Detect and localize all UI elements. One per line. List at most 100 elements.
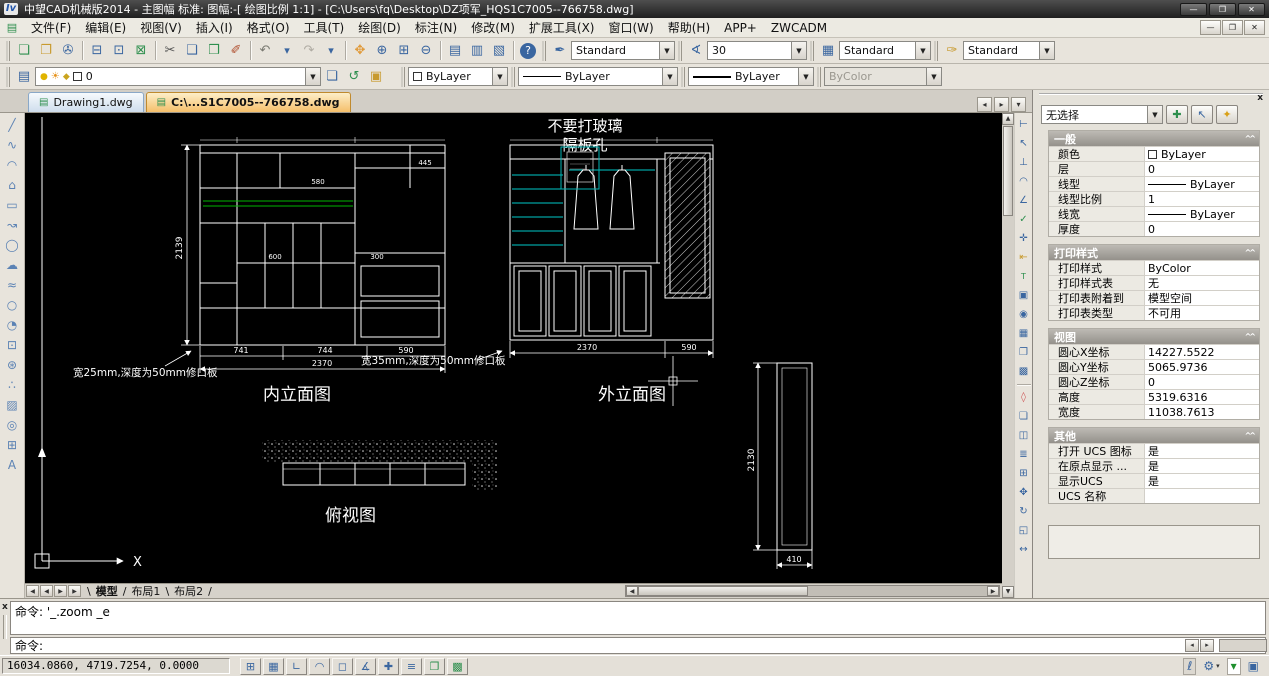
tab-current-drawing[interactable]: ▤ C:\...S1C7005--766758.dwg bbox=[146, 92, 351, 112]
chevron-down-icon[interactable]: ▼ bbox=[1147, 106, 1162, 123]
horizontal-scrollbar[interactable]: ◀ ▶ bbox=[625, 585, 1000, 597]
command-resize-grip[interactable] bbox=[1219, 639, 1267, 652]
ortho-toggle[interactable]: ∟ bbox=[286, 658, 307, 675]
model-tab[interactable]: 模型 bbox=[96, 583, 118, 599]
circle-tool-icon[interactable]: ◯ bbox=[2, 235, 23, 255]
block-editor-tool-icon[interactable]: ▣ bbox=[1015, 286, 1032, 305]
menu-view[interactable]: 视图(V) bbox=[133, 17, 189, 38]
redo-dropdown-icon[interactable]: ▾ bbox=[320, 40, 342, 61]
prop-value[interactable]: ByLayer bbox=[1145, 147, 1259, 161]
menu-tools[interactable]: 工具(T) bbox=[297, 17, 352, 38]
erase-tool-icon[interactable]: ◊ bbox=[1015, 388, 1032, 407]
table-tool-icon[interactable]: ⊞ bbox=[2, 435, 23, 455]
collapse-icon[interactable]: ^^ bbox=[1245, 134, 1254, 143]
dim-style-icon[interactable]: ∢ bbox=[685, 40, 707, 61]
chevron-down-icon[interactable]: ▼ bbox=[915, 42, 930, 59]
menu-window[interactable]: 窗口(W) bbox=[602, 17, 661, 38]
insert-block-tool-icon[interactable]: ⊡ bbox=[2, 335, 23, 355]
tool-palettes-icon[interactable]: ▥ bbox=[466, 40, 488, 61]
prop-value[interactable]: ByColor bbox=[1145, 261, 1259, 275]
angular-dim-tool-icon[interactable]: ∠ bbox=[1015, 191, 1032, 210]
prop-value[interactable]: 模型空间 bbox=[1145, 291, 1259, 305]
scroll-down-icon[interactable]: ▼ bbox=[1002, 586, 1014, 598]
menu-draw[interactable]: 绘图(D) bbox=[351, 17, 408, 38]
dim-edit-tool-icon[interactable]: ⇤ bbox=[1015, 248, 1032, 267]
ellipse-arc-tool-icon[interactable]: ◔ bbox=[2, 315, 23, 335]
menu-file[interactable]: 文件(F) bbox=[24, 17, 78, 38]
menu-format[interactable]: 格式(O) bbox=[240, 17, 297, 38]
fullscreen-icon[interactable]: ▣ bbox=[1244, 658, 1263, 675]
copy-icon[interactable]: ❑ bbox=[181, 40, 203, 61]
make-block-tool-icon[interactable]: ⊛ bbox=[2, 355, 23, 375]
text-style-icon[interactable]: ✒ bbox=[549, 40, 571, 61]
arc-dim-tool-icon[interactable]: ◠ bbox=[1015, 172, 1032, 191]
scroll-right-icon[interactable]: ▶ bbox=[987, 586, 999, 596]
collapse-icon[interactable]: ^^ bbox=[1245, 248, 1254, 257]
prop-value[interactable]: ByLayer bbox=[1145, 177, 1259, 191]
add-selection-button[interactable]: ✚ bbox=[1166, 105, 1188, 124]
dim-check-tool-icon[interactable]: ✓ bbox=[1015, 210, 1032, 229]
ellipse-tool-icon[interactable]: ○ bbox=[2, 295, 23, 315]
prop-value[interactable]: 0 bbox=[1145, 375, 1259, 389]
dyn-toggle[interactable]: ✚ bbox=[378, 658, 399, 675]
layer-combo[interactable]: ● ☀ ◆ 0 ▼ bbox=[35, 67, 321, 86]
mdi-restore-button[interactable]: ❐ bbox=[1222, 20, 1243, 35]
scale-tool-icon[interactable]: ◱ bbox=[1015, 521, 1032, 540]
undo-icon[interactable]: ↶ bbox=[254, 40, 276, 61]
layout2-tab[interactable]: 布局2 bbox=[174, 583, 203, 599]
rectangle-tool-icon[interactable]: ▭ bbox=[2, 195, 23, 215]
osnap-toggle[interactable]: ◻ bbox=[332, 658, 353, 675]
view-section-header[interactable]: 视图 ^^ bbox=[1049, 329, 1259, 344]
tab-drawing1[interactable]: ▤ Drawing1.dwg bbox=[28, 92, 144, 112]
layer-manager-icon[interactable]: ▤ bbox=[13, 66, 35, 87]
prop-value[interactable]: 5319.6316 bbox=[1145, 390, 1259, 404]
chevron-down-icon[interactable]: ▼ bbox=[305, 68, 320, 85]
first-tab-icon[interactable]: ◀ bbox=[26, 585, 39, 597]
save-icon[interactable]: ✇ bbox=[57, 40, 79, 61]
grid-toggle[interactable]: ▦ bbox=[263, 658, 284, 675]
mirror-tool-icon[interactable]: ◫ bbox=[1015, 426, 1032, 445]
plot-style-section-header[interactable]: 打印样式 ^^ bbox=[1049, 245, 1259, 260]
ordinate-dim-tool-icon[interactable]: ⊥ bbox=[1015, 153, 1032, 172]
dim-center-tool-icon[interactable]: ✛ bbox=[1015, 229, 1032, 248]
spline-tool-icon[interactable]: ↝ bbox=[2, 215, 23, 235]
prop-value[interactable]: ByLayer bbox=[1145, 207, 1259, 221]
offset-tool-icon[interactable]: ≣ bbox=[1015, 445, 1032, 464]
table-edit-tool-icon[interactable]: ▦ bbox=[1015, 324, 1032, 343]
text-style-combo[interactable]: Standard ▼ bbox=[571, 41, 675, 60]
redo-icon[interactable]: ↷ bbox=[298, 40, 320, 61]
wipeout-tool-icon[interactable]: ◉ bbox=[1015, 305, 1032, 324]
table-style-icon[interactable]: ▦ bbox=[817, 40, 839, 61]
text-annotation-tool-icon[interactable]: T bbox=[1015, 267, 1032, 286]
prop-value[interactable]: 1 bbox=[1145, 192, 1259, 206]
prop-value[interactable]: 是 bbox=[1145, 444, 1259, 458]
selection-filter-combo[interactable]: 无选择 ▼ bbox=[1041, 105, 1163, 124]
paper-space-toggle[interactable]: ▩ bbox=[447, 658, 468, 675]
settings-gear-icon[interactable]: ⚙▾ bbox=[1199, 658, 1223, 675]
vertical-scrollbar[interactable]: ▲ ▼ bbox=[1002, 113, 1014, 598]
collapse-icon[interactable]: ^^ bbox=[1245, 431, 1254, 440]
lineweight-toggle[interactable]: ≡ bbox=[401, 658, 422, 675]
collapse-icon[interactable]: ^^ bbox=[1245, 332, 1254, 341]
chevron-down-icon[interactable]: ▼ bbox=[662, 68, 677, 85]
sketch-tool-icon[interactable]: ≈ bbox=[2, 275, 23, 295]
mleader-style-combo[interactable]: Standard ▼ bbox=[963, 41, 1055, 60]
copy-nested-tool-icon[interactable]: ❐ bbox=[1015, 343, 1032, 362]
chevron-down-icon[interactable]: ▼ bbox=[659, 42, 674, 59]
chevron-down-icon[interactable]: ▼ bbox=[1039, 42, 1054, 59]
command-close-icon[interactable]: x bbox=[2, 602, 8, 612]
scrollbar-thumb[interactable] bbox=[638, 586, 808, 596]
scroll-up-icon[interactable]: ▲ bbox=[1002, 113, 1014, 125]
maximize-button[interactable]: ❐ bbox=[1209, 3, 1236, 16]
prop-value[interactable]: 是 bbox=[1145, 459, 1259, 473]
chevron-down-icon[interactable]: ▼ bbox=[798, 68, 813, 85]
pan-icon[interactable]: ✥ bbox=[349, 40, 371, 61]
color-combo[interactable]: ByLayer ▼ bbox=[408, 67, 508, 86]
prop-value[interactable]: 是 bbox=[1145, 474, 1259, 488]
chevron-down-icon[interactable]: ▼ bbox=[791, 42, 806, 59]
dim-style-tool-icon[interactable]: ⊢ bbox=[1015, 115, 1032, 134]
coordinates-readout[interactable]: 16034.0860, 4719.7254, 0.0000 bbox=[2, 658, 230, 674]
undo-dropdown-icon[interactable]: ▾ bbox=[276, 40, 298, 61]
other-section-header[interactable]: 其他 ^^ bbox=[1049, 428, 1259, 443]
command-scroll-left-icon[interactable]: ◂ bbox=[1185, 639, 1199, 652]
